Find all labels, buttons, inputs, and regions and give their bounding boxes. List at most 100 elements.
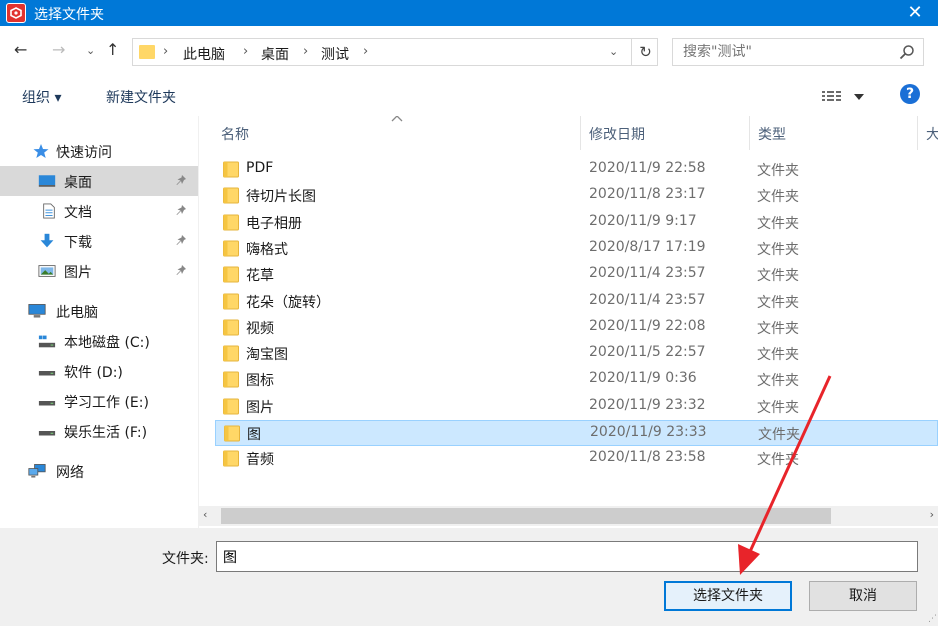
file-type: 文件夹 bbox=[757, 215, 799, 232]
network-icon bbox=[28, 464, 46, 478]
download-icon bbox=[40, 233, 54, 248]
file-name: 电子相册 bbox=[246, 215, 302, 232]
file-modified-date: 2020/11/5 22:57 bbox=[589, 344, 706, 361]
breadcrumb-separator-icon[interactable]: › bbox=[163, 44, 168, 59]
breadcrumb-this-pc[interactable]: 此电脑 bbox=[183, 44, 225, 64]
folder-icon bbox=[223, 214, 239, 231]
navigation-pane: 快速访问 桌面 文档 下载 图片 此电脑 本地磁盘 (C:) 软件 (D:) 学… bbox=[0, 116, 198, 528]
file-modified-date: 2020/11/9 9:17 bbox=[589, 212, 697, 229]
scroll-right-icon[interactable]: › bbox=[930, 508, 934, 521]
folder-icon bbox=[223, 398, 239, 415]
file-modified-date: 2020/11/8 23:17 bbox=[589, 186, 706, 203]
nav-item-downloads[interactable]: 下载 bbox=[0, 226, 198, 256]
file-row[interactable]: 嗨格式 2020/8/17 17:19 文件夹 bbox=[215, 236, 938, 262]
title-bar: 选择文件夹 ✕ bbox=[0, 0, 938, 26]
column-type-label: 类型 bbox=[758, 127, 786, 143]
file-name: 图片 bbox=[246, 399, 274, 416]
file-type: 文件夹 bbox=[757, 373, 799, 390]
pin-icon[interactable] bbox=[176, 204, 188, 219]
file-modified-date: 2020/11/9 23:32 bbox=[589, 396, 706, 413]
breadcrumb-separator-icon[interactable]: › bbox=[243, 44, 248, 59]
file-type: 文件夹 bbox=[757, 320, 799, 337]
pin-icon[interactable] bbox=[176, 264, 188, 279]
nav-drive-c[interactable]: 本地磁盘 (C:) bbox=[0, 326, 198, 356]
nav-item-label: 文档 bbox=[64, 205, 92, 221]
picture-icon bbox=[38, 265, 56, 277]
forward-arrow-icon[interactable]: → bbox=[52, 40, 65, 59]
file-row[interactable]: 待切片长图 2020/11/8 23:17 文件夹 bbox=[215, 183, 938, 209]
file-row[interactable]: 视频 2020/11/9 22:08 文件夹 bbox=[215, 315, 938, 341]
address-bar[interactable]: › 此电脑 › 桌面 › 测试 › ⌄ ↻ bbox=[132, 38, 658, 66]
search-input[interactable] bbox=[673, 39, 893, 65]
nav-drive-label: 软件 (D:) bbox=[64, 365, 123, 381]
drive-icon bbox=[38, 371, 56, 376]
column-header-type[interactable]: 类型 bbox=[750, 116, 918, 150]
view-options-button[interactable] bbox=[822, 86, 868, 108]
breadcrumb-test[interactable]: 测试 bbox=[321, 44, 349, 64]
close-icon[interactable]: ✕ bbox=[892, 0, 938, 26]
breadcrumb-separator-icon[interactable]: › bbox=[363, 44, 368, 59]
column-header-size[interactable]: 大 bbox=[918, 116, 938, 150]
nav-this-pc-label: 此电脑 bbox=[56, 305, 98, 321]
horizontal-scrollbar[interactable]: ‹ › bbox=[199, 506, 938, 526]
scrollbar-thumb[interactable] bbox=[221, 508, 831, 524]
file-row[interactable]: 图标 2020/11/9 0:36 文件夹 bbox=[215, 367, 938, 393]
breadcrumb-separator-icon[interactable]: › bbox=[303, 44, 308, 59]
search-icon[interactable] bbox=[899, 44, 915, 60]
help-icon[interactable]: ? bbox=[900, 84, 920, 104]
nav-drive-e[interactable]: 学习工作 (E:) bbox=[0, 386, 198, 416]
pin-icon[interactable] bbox=[176, 174, 188, 189]
folder-icon bbox=[223, 371, 239, 388]
cancel-button[interactable]: 取消 bbox=[809, 581, 917, 611]
nav-item-documents[interactable]: 文档 bbox=[0, 196, 198, 226]
folder-name-input[interactable] bbox=[216, 541, 918, 572]
file-row[interactable]: 图 2020/11/9 23:33 文件夹 bbox=[215, 420, 938, 446]
organize-button[interactable]: 组织 ▾ bbox=[22, 87, 61, 107]
select-folder-button[interactable]: 选择文件夹 bbox=[664, 581, 792, 611]
nav-quick-access[interactable]: 快速访问 bbox=[0, 136, 198, 166]
nav-item-pictures[interactable]: 图片 bbox=[0, 256, 198, 286]
nav-drive-d[interactable]: 软件 (D:) bbox=[0, 356, 198, 386]
back-arrow-icon[interactable]: ← bbox=[14, 40, 27, 59]
nav-this-pc[interactable]: 此电脑 bbox=[0, 296, 198, 326]
column-header-name[interactable]: 名称 bbox=[199, 116, 581, 150]
address-dropdown-icon[interactable]: ⌄ bbox=[609, 45, 618, 58]
app-icon bbox=[6, 3, 26, 23]
file-row[interactable]: 电子相册 2020/11/9 9:17 文件夹 bbox=[215, 210, 938, 236]
nav-item-label: 图片 bbox=[64, 265, 92, 281]
view-list-icon bbox=[822, 91, 864, 101]
file-name: 淘宝图 bbox=[246, 347, 288, 364]
desktop-icon bbox=[38, 175, 56, 187]
file-type: 文件夹 bbox=[757, 268, 799, 285]
recent-locations-chevron-icon[interactable]: ⌄ bbox=[86, 44, 95, 57]
up-arrow-icon[interactable]: ↑ bbox=[106, 40, 119, 59]
file-row[interactable]: 花朵（旋转） 2020/11/4 23:57 文件夹 bbox=[215, 289, 938, 315]
file-row[interactable]: 花草 2020/11/4 23:57 文件夹 bbox=[215, 262, 938, 288]
folder-icon bbox=[223, 345, 239, 362]
file-row[interactable]: 图片 2020/11/9 23:32 文件夹 bbox=[215, 394, 938, 420]
folder-icon bbox=[223, 266, 239, 283]
column-header-date[interactable]: 修改日期 bbox=[581, 116, 749, 150]
nav-drive-f[interactable]: 娱乐生活 (F:) bbox=[0, 416, 198, 446]
folder-icon bbox=[223, 240, 239, 257]
file-row[interactable]: 音频 2020/11/8 23:58 文件夹 bbox=[215, 446, 938, 472]
scroll-left-icon[interactable]: ‹ bbox=[203, 508, 207, 521]
folder-icon bbox=[223, 450, 239, 467]
nav-item-desktop[interactable]: 桌面 bbox=[0, 166, 198, 196]
file-name: 花草 bbox=[246, 268, 274, 285]
file-row[interactable]: PDF 2020/11/9 22:58 文件夹 bbox=[215, 157, 938, 183]
file-name: 视频 bbox=[246, 320, 274, 337]
nav-drive-label: 学习工作 (E:) bbox=[64, 395, 149, 411]
resize-grip-icon[interactable]: ⋰ bbox=[928, 614, 937, 624]
folder-icon bbox=[223, 161, 239, 178]
file-modified-date: 2020/11/8 23:58 bbox=[589, 449, 706, 466]
refresh-icon[interactable]: ↻ bbox=[631, 39, 659, 65]
file-type: 文件夹 bbox=[757, 163, 799, 179]
new-folder-button[interactable]: 新建文件夹 bbox=[106, 87, 176, 107]
folder-field-label: 文件夹: bbox=[162, 551, 209, 567]
pin-icon[interactable] bbox=[176, 234, 188, 249]
breadcrumb-desktop[interactable]: 桌面 bbox=[261, 44, 289, 64]
file-row[interactable]: 淘宝图 2020/11/5 22:57 文件夹 bbox=[215, 341, 938, 367]
nav-network[interactable]: 网络 bbox=[0, 456, 198, 486]
file-type: 文件夹 bbox=[757, 189, 799, 206]
